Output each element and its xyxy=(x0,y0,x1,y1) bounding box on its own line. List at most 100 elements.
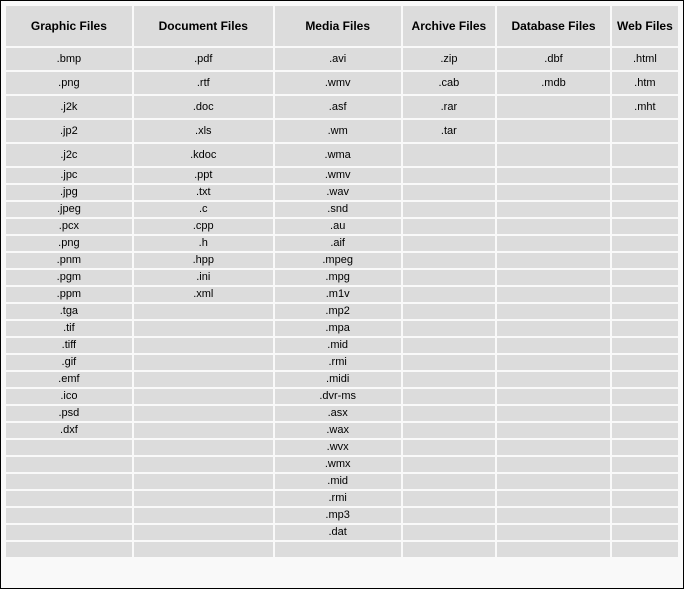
cell-graphic: .jp2 xyxy=(6,120,132,142)
cell-media xyxy=(275,542,401,557)
cell-web xyxy=(612,144,678,166)
cell-database xyxy=(497,202,610,217)
cell-web xyxy=(612,236,678,251)
table-row xyxy=(6,542,678,557)
cell-graphic xyxy=(6,508,132,523)
cell-media: .mpeg xyxy=(275,253,401,268)
cell-media: .wmv xyxy=(275,72,401,94)
table-row: .bmp.pdf.avi.zip.dbf.html xyxy=(6,48,678,70)
cell-database xyxy=(497,440,610,455)
cell-web xyxy=(612,287,678,302)
cell-web xyxy=(612,372,678,387)
cell-media: .wax xyxy=(275,423,401,438)
cell-media: .wma xyxy=(275,144,401,166)
cell-graphic: .ico xyxy=(6,389,132,404)
cell-graphic: .psd xyxy=(6,406,132,421)
cell-document: .pdf xyxy=(134,48,273,70)
cell-document: .hpp xyxy=(134,253,273,268)
cell-web xyxy=(612,542,678,557)
cell-document xyxy=(134,372,273,387)
cell-archive xyxy=(403,236,496,251)
cell-archive: .cab xyxy=(403,72,496,94)
cell-database xyxy=(497,355,610,370)
cell-database xyxy=(497,372,610,387)
cell-database xyxy=(497,270,610,285)
cell-database xyxy=(497,525,610,540)
cell-document xyxy=(134,338,273,353)
cell-media: .wm xyxy=(275,120,401,142)
cell-database xyxy=(497,144,610,166)
cell-graphic xyxy=(6,525,132,540)
cell-graphic xyxy=(6,542,132,557)
cell-media: .asx xyxy=(275,406,401,421)
cell-archive xyxy=(403,491,496,506)
cell-web: .mht xyxy=(612,96,678,118)
cell-document xyxy=(134,457,273,472)
cell-graphic: .png xyxy=(6,72,132,94)
cell-graphic: .jpc xyxy=(6,168,132,183)
cell-archive: .zip xyxy=(403,48,496,70)
cell-document xyxy=(134,406,273,421)
table-row: .psd .asx xyxy=(6,406,678,421)
cell-web xyxy=(612,389,678,404)
table-row: .png.rtf.wmv.cab.mdb.htm xyxy=(6,72,678,94)
cell-archive xyxy=(403,202,496,217)
cell-graphic xyxy=(6,491,132,506)
header-archive: Archive Files xyxy=(403,6,496,46)
cell-archive xyxy=(403,389,496,404)
cell-database: .mdb xyxy=(497,72,610,94)
cell-database xyxy=(497,389,610,404)
cell-web xyxy=(612,120,678,142)
cell-archive xyxy=(403,406,496,421)
cell-document: .cpp xyxy=(134,219,273,234)
cell-document xyxy=(134,304,273,319)
cell-web xyxy=(612,423,678,438)
cell-document: .xml xyxy=(134,287,273,302)
cell-web xyxy=(612,202,678,217)
cell-web: .html xyxy=(612,48,678,70)
table-row: .mid xyxy=(6,474,678,489)
cell-archive: .rar xyxy=(403,96,496,118)
cell-document: .ini xyxy=(134,270,273,285)
cell-database xyxy=(497,321,610,336)
table-row: .ico .dvr-ms xyxy=(6,389,678,404)
table-row: .jpc.ppt.wmv xyxy=(6,168,678,183)
cell-archive xyxy=(403,440,496,455)
cell-web xyxy=(612,474,678,489)
cell-document xyxy=(134,389,273,404)
cell-archive xyxy=(403,144,496,166)
cell-document: .rtf xyxy=(134,72,273,94)
cell-web xyxy=(612,321,678,336)
cell-document xyxy=(134,491,273,506)
cell-archive xyxy=(403,372,496,387)
cell-graphic: .bmp xyxy=(6,48,132,70)
cell-database xyxy=(497,236,610,251)
cell-media: .mp3 xyxy=(275,508,401,523)
cell-media: .dvr-ms xyxy=(275,389,401,404)
cell-database xyxy=(497,253,610,268)
header-row: Graphic Files Document Files Media Files… xyxy=(6,6,678,46)
cell-web xyxy=(612,525,678,540)
cell-media: .aif xyxy=(275,236,401,251)
cell-document xyxy=(134,474,273,489)
cell-database xyxy=(497,457,610,472)
table-row: .pnm.hpp.mpeg xyxy=(6,253,678,268)
cell-archive xyxy=(403,355,496,370)
table-row: .wvx xyxy=(6,440,678,455)
cell-web xyxy=(612,338,678,353)
cell-database: .dbf xyxy=(497,48,610,70)
cell-web xyxy=(612,491,678,506)
cell-media: .rmi xyxy=(275,355,401,370)
cell-graphic xyxy=(6,457,132,472)
cell-document: .kdoc xyxy=(134,144,273,166)
table-row: .gif.rmi xyxy=(6,355,678,370)
cell-web xyxy=(612,270,678,285)
cell-archive xyxy=(403,304,496,319)
cell-media: .midi xyxy=(275,372,401,387)
cell-graphic: .j2k xyxy=(6,96,132,118)
table-row: .png.h.aif xyxy=(6,236,678,251)
cell-database xyxy=(497,185,610,200)
cell-document: .doc xyxy=(134,96,273,118)
cell-database xyxy=(497,96,610,118)
cell-database xyxy=(497,508,610,523)
